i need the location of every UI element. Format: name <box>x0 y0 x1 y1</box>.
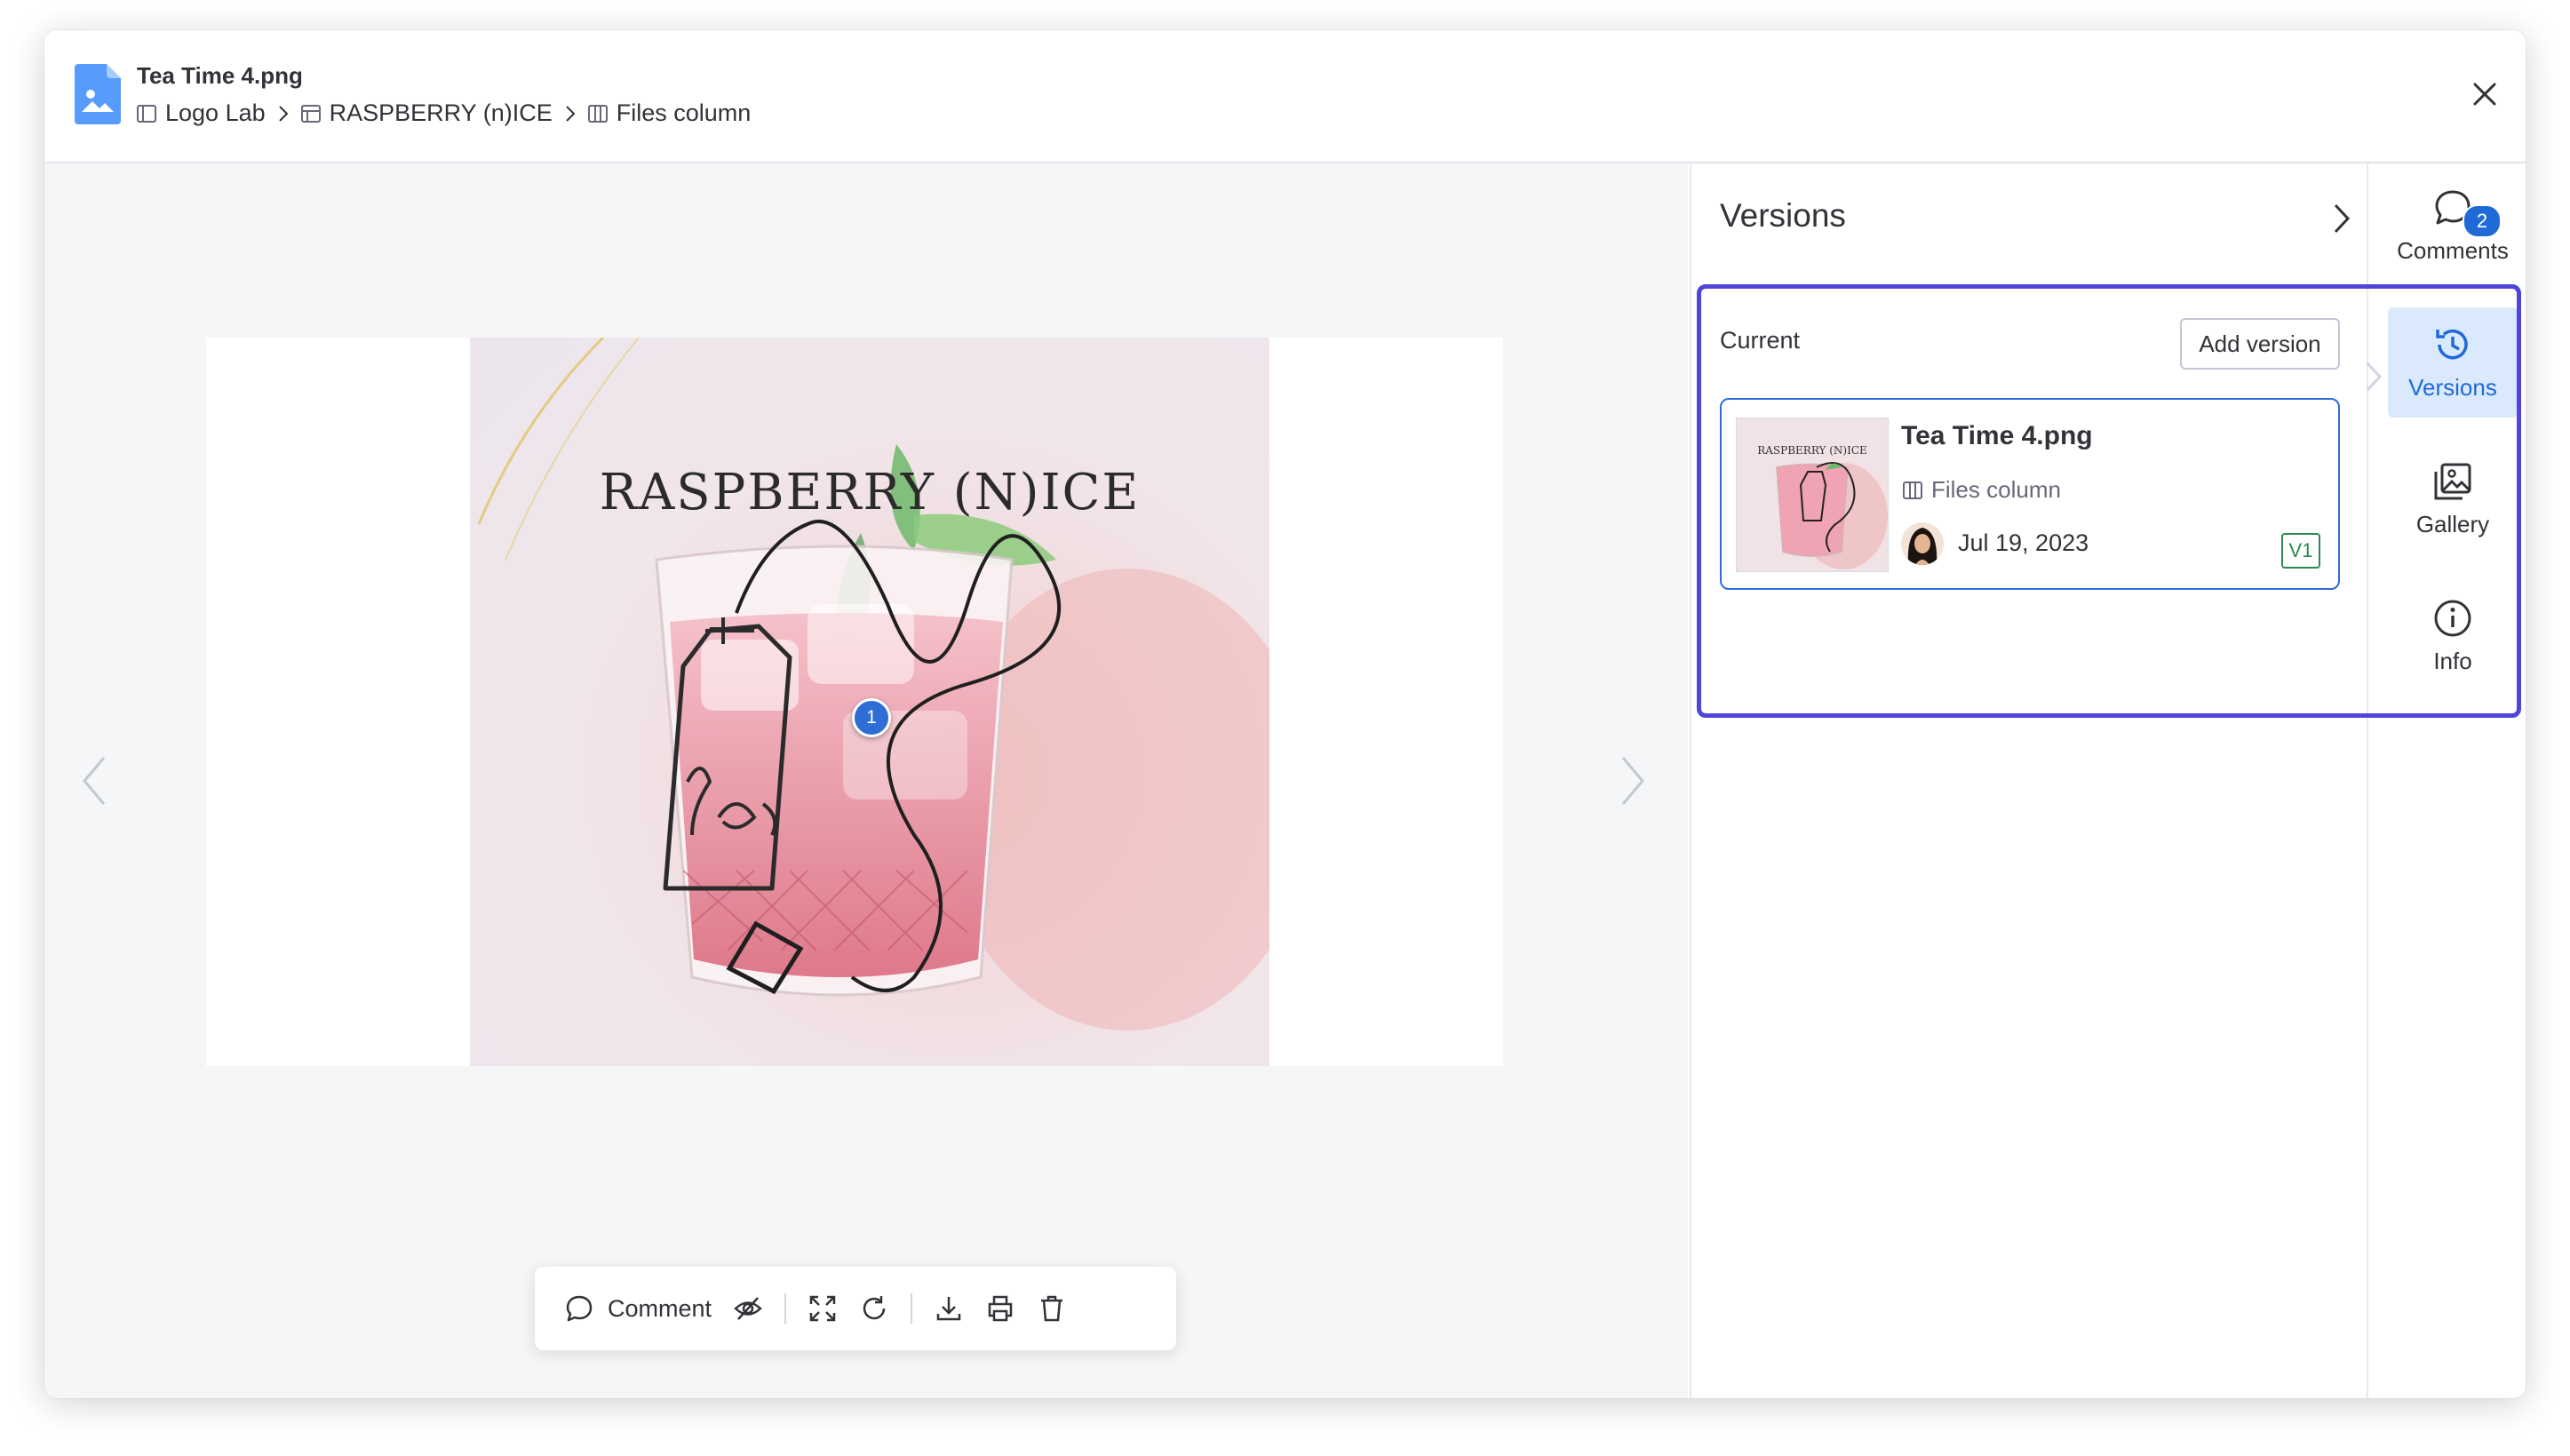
fullscreen-button[interactable] <box>797 1282 848 1335</box>
version-badge: V1 <box>2281 533 2320 569</box>
trash-icon <box>1041 1295 1063 1322</box>
rail-comments-label: Comments <box>2397 236 2509 264</box>
breadcrumb-column-label: Files column <box>616 99 752 126</box>
expand-icon <box>809 1295 836 1322</box>
rotate-button[interactable] <box>848 1282 900 1335</box>
image-file-icon <box>75 64 121 124</box>
breadcrumb-board-label: RASPBERRY (n)ICE <box>329 99 553 126</box>
chevron-right-icon <box>565 105 576 123</box>
versions-panel: Versions Current Add version RASPBERRY (… <box>1690 163 2367 1398</box>
rail-gallery-label: Gallery <box>2415 510 2490 537</box>
avatar <box>1901 522 1944 565</box>
eye-off-icon <box>734 1297 762 1320</box>
breadcrumb-column[interactable]: Files column <box>587 99 752 127</box>
toolbar-divider <box>784 1293 787 1324</box>
board-icon <box>300 104 321 123</box>
rail-tab-versions[interactable]: Versions <box>2388 307 2518 418</box>
comment-pin[interactable]: 1 <box>852 698 891 737</box>
hide-comments-button[interactable] <box>722 1282 774 1335</box>
version-column: Files column <box>1903 476 2061 504</box>
rail-tab-comments[interactable]: 2 Comments <box>2388 171 2518 281</box>
image-preview-area: RASPBERRY (N)ICE 1 Comment <box>44 163 1688 1398</box>
comment-button[interactable]: Comment <box>554 1282 722 1335</box>
delete-button[interactable] <box>1026 1282 1078 1335</box>
next-file-button[interactable] <box>1615 750 1651 812</box>
current-version-label: Current <box>1720 327 1801 354</box>
svg-text:RASPBERRY (N)ICE: RASPBERRY (N)ICE <box>1757 444 1867 457</box>
image-canvas[interactable]: RASPBERRY (N)ICE 1 <box>206 338 1503 1066</box>
print-icon <box>988 1295 1013 1322</box>
file-viewer-modal: Tea Time 4.png Logo Lab RASPBERRY (n)ICE… <box>44 30 2526 1398</box>
comment-button-label: Comment <box>608 1294 712 1322</box>
rail-versions-label: Versions <box>2408 373 2497 401</box>
chevron-right-icon <box>1621 757 1644 805</box>
preview-image-title: RASPBERRY (N)ICE <box>599 464 1141 521</box>
versions-panel-title: Versions <box>1720 197 1846 234</box>
rail-tab-info[interactable]: Info <box>2388 581 2518 691</box>
active-tab-pointer-icon <box>2366 362 2383 392</box>
preview-image: RASPBERRY (N)ICE 1 <box>470 338 1269 1066</box>
version-date: Jul 19, 2023 <box>1958 529 2089 556</box>
history-icon <box>2436 329 2468 359</box>
viewer-header: Tea Time 4.png Logo Lab RASPBERRY (n)ICE… <box>44 30 2526 163</box>
info-icon <box>2434 600 2471 636</box>
breadcrumb: Logo Lab RASPBERRY (n)ICE Files column <box>137 99 751 127</box>
version-column-label: Files column <box>1931 476 2061 503</box>
rail-tab-gallery[interactable]: Gallery <box>2388 444 2518 554</box>
toolbar-divider <box>911 1293 913 1324</box>
version-card[interactable]: RASPBERRY (N)ICE Tea Time 4.png Files co… <box>1720 398 2340 590</box>
comments-count-badge: 2 <box>2463 204 2502 238</box>
collapse-panel-button[interactable] <box>2326 199 2358 238</box>
rotate-icon <box>863 1296 886 1320</box>
viewer-toolbar: Comment <box>535 1267 1176 1350</box>
previous-file-button[interactable] <box>76 750 112 812</box>
comment-icon <box>566 1295 593 1322</box>
chevron-right-icon <box>278 105 289 123</box>
chevron-right-icon <box>2334 203 2351 234</box>
download-button[interactable] <box>923 1282 975 1335</box>
print-button[interactable] <box>975 1282 1026 1335</box>
version-thumbnail: RASPBERRY (N)ICE <box>1736 418 1889 572</box>
workspace-icon <box>137 104 156 123</box>
close-icon <box>2473 83 2496 106</box>
file-title: Tea Time 4.png <box>137 62 303 89</box>
chevron-left-icon <box>83 757 106 805</box>
rail-info-label: Info <box>2433 647 2472 674</box>
version-file-name: Tea Time 4.png <box>1901 421 2093 450</box>
breadcrumb-board[interactable]: RASPBERRY (n)ICE <box>300 99 553 127</box>
close-button[interactable] <box>2467 76 2502 112</box>
download-icon <box>936 1297 961 1321</box>
gallery-icon <box>2434 463 2471 499</box>
breadcrumb-workspace-label: Logo Lab <box>165 99 266 126</box>
add-version-button[interactable]: Add version <box>2180 318 2340 370</box>
column-icon <box>1903 481 1922 499</box>
breadcrumb-workspace[interactable]: Logo Lab <box>137 99 266 127</box>
column-icon <box>587 104 608 123</box>
side-rail: 2 Comments Versions Gallery Info <box>2367 163 2526 1398</box>
